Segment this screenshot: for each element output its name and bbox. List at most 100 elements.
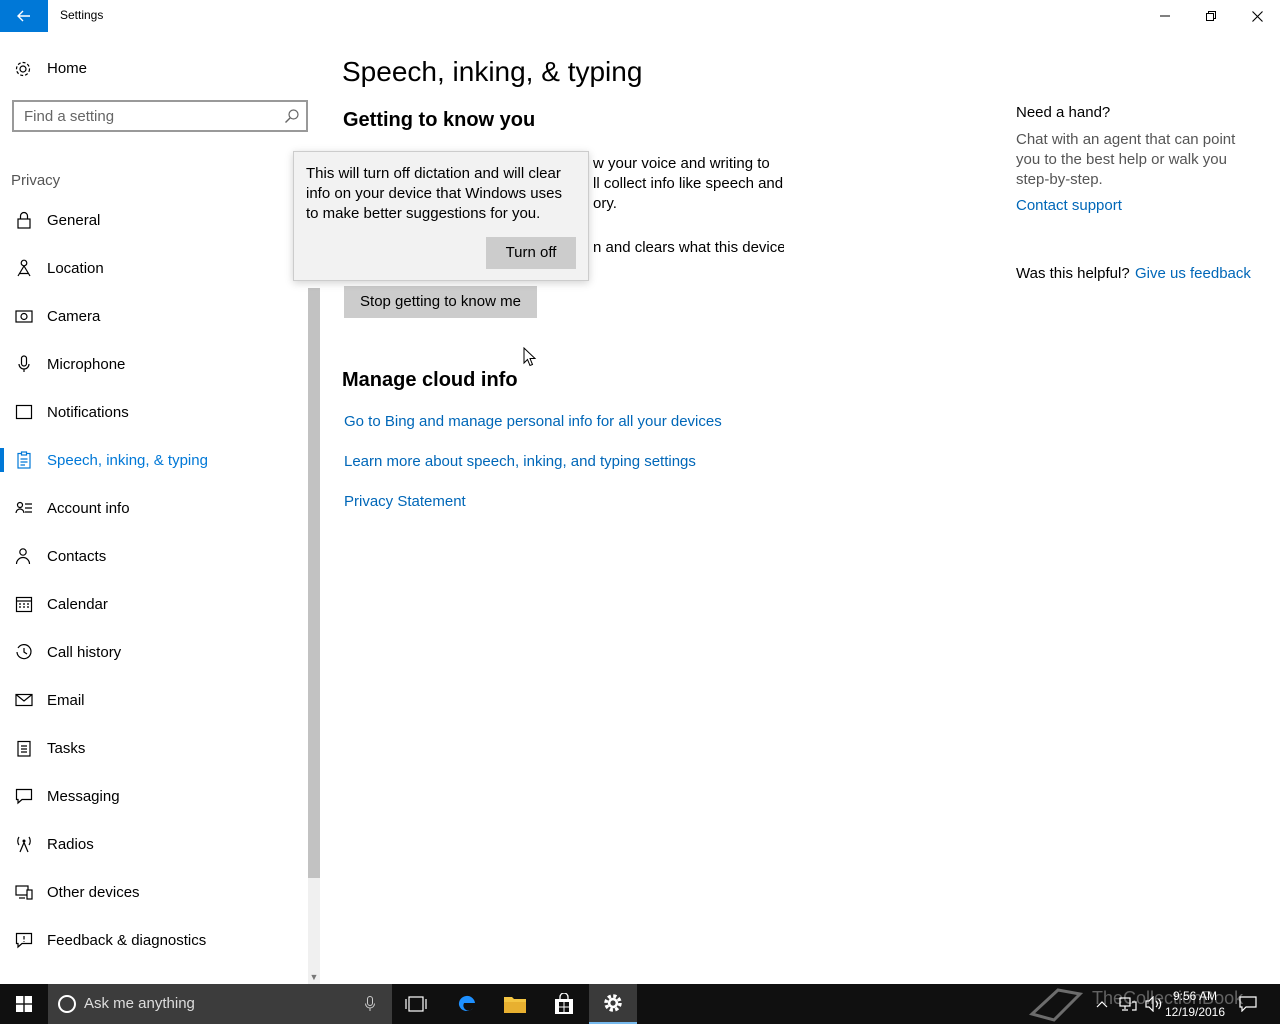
contact-card-icon — [15, 501, 32, 514]
microphone-icon — [18, 355, 30, 372]
mail-icon — [15, 693, 33, 707]
edge-icon — [458, 995, 475, 1012]
settings-taskbar-button[interactable] — [589, 984, 637, 1024]
restore-button[interactable] — [1188, 0, 1234, 32]
section-heading-manage-cloud-info: Manage cloud info — [342, 369, 518, 391]
book-logo-icon — [1028, 988, 1084, 1022]
settings-search[interactable] — [12, 100, 308, 132]
close-button[interactable] — [1234, 0, 1280, 32]
flyout-message: This will turn off dictation and will cl… — [306, 165, 562, 222]
sidebar-item-email[interactable]: Email — [0, 676, 310, 724]
cortana-icon — [58, 995, 76, 1013]
tasks-icon — [17, 740, 31, 757]
title-bar: Settings — [0, 0, 1280, 32]
turn-off-button[interactable]: Turn off — [486, 237, 576, 269]
action-center-button[interactable] — [1236, 984, 1260, 1024]
sidebar-item-radios[interactable]: Radios — [0, 820, 310, 868]
sidebar-item-tasks[interactable]: Tasks — [0, 724, 310, 772]
history-icon — [16, 644, 32, 660]
sidebar-item-microphone[interactable]: Microphone — [0, 340, 310, 388]
sidebar-item-label: Feedback & diagnostics — [47, 932, 207, 949]
was-this-helpful-label: Was this helpful? — [1016, 265, 1130, 282]
sidebar-item-label: Other devices — [47, 884, 140, 901]
sidebar-item-label: Contacts — [47, 548, 107, 565]
file-explorer-button[interactable] — [491, 984, 539, 1024]
help-text: Chat with an agent that can point you to… — [1016, 131, 1236, 188]
stop-getting-to-know-me-button[interactable]: Stop getting to know me — [344, 286, 537, 318]
sidebar-item-label: Notifications — [47, 404, 129, 421]
home-nav-item[interactable]: Home — [0, 52, 310, 84]
cortana-search-box[interactable]: Ask me anything — [48, 984, 392, 1024]
sidebar-item-label: Tasks — [47, 740, 86, 757]
lock-icon — [17, 211, 31, 229]
sidebar-item-other-devices[interactable]: Other devices — [0, 868, 310, 916]
folder-icon — [504, 997, 526, 1013]
privacy-statement-link[interactable]: Privacy Statement — [344, 493, 466, 510]
radio-tower-icon — [17, 836, 31, 853]
devices-icon — [15, 885, 33, 900]
store-button[interactable] — [540, 984, 588, 1024]
message-icon — [15, 404, 33, 420]
sidebar-item-account-info[interactable]: Account info — [0, 484, 310, 532]
back-button[interactable] — [0, 0, 48, 32]
scroll-down-arrow-icon[interactable]: ▼ — [308, 970, 320, 984]
sidebar-item-label: Call history — [47, 644, 122, 661]
sidebar-item-camera[interactable]: Camera — [0, 292, 310, 340]
microphone-icon[interactable] — [364, 996, 376, 1012]
sidebar-item-general[interactable]: General — [0, 196, 310, 244]
sidebar-item-call-history[interactable]: Call history — [0, 628, 310, 676]
search-icon[interactable] — [284, 108, 300, 124]
sidebar-scrollbar-thumb[interactable] — [308, 288, 320, 878]
calendar-icon — [15, 596, 33, 613]
section-heading-getting-to-know-you: Getting to know you — [343, 109, 536, 131]
sidebar-item-label: Calendar — [47, 596, 108, 613]
gear-icon — [15, 61, 31, 77]
minimize-icon — [1160, 15, 1170, 17]
feedback-icon — [15, 932, 33, 949]
sidebar-item-contacts[interactable]: Contacts — [0, 532, 310, 580]
privacy-nav: General Location Camera Microphone Notif… — [0, 196, 310, 964]
sidebar-item-label: Location — [47, 260, 104, 277]
sidebar-item-label: Speech, inking, & typing — [47, 452, 208, 469]
page-title: Speech, inking, & typing — [342, 56, 643, 87]
taskbar-clock[interactable]: 9:56 AM 12/19/2016 — [1160, 988, 1230, 1020]
people-icon — [15, 548, 31, 565]
task-view-button[interactable] — [392, 984, 440, 1024]
start-button[interactable] — [0, 984, 48, 1024]
clock-date: 12/19/2016 — [1164, 1005, 1226, 1019]
sidebar-item-messaging[interactable]: Messaging — [0, 772, 310, 820]
chevron-up-icon — [1096, 1001, 1108, 1008]
contact-support-link[interactable]: Contact support — [1016, 197, 1122, 214]
task-view-icon — [405, 996, 427, 1012]
sidebar-item-label: Radios — [47, 836, 94, 853]
chat-icon — [15, 788, 33, 805]
sidebar-item-feedback-diagnostics[interactable]: Feedback & diagnostics — [0, 916, 310, 964]
mouse-cursor-icon — [523, 347, 537, 367]
windows-logo-icon — [16, 996, 32, 1012]
learn-more-link[interactable]: Learn more about speech, inking, and typ… — [344, 453, 696, 470]
cortana-search-placeholder: Ask me anything — [84, 995, 195, 1012]
turn-off-confirmation-flyout: This will turn off dictation and will cl… — [293, 151, 589, 281]
window-title: Settings — [60, 8, 104, 22]
show-hidden-icons-button[interactable] — [1092, 984, 1112, 1024]
minimize-button[interactable] — [1142, 0, 1188, 32]
sidebar-item-calendar[interactable]: Calendar — [0, 580, 310, 628]
clipboard-icon — [17, 451, 31, 469]
network-tray-button[interactable] — [1116, 984, 1140, 1024]
close-icon — [1251, 10, 1263, 22]
bing-manage-info-link[interactable]: Go to Bing and manage personal info for … — [344, 413, 722, 430]
sidebar-item-notifications[interactable]: Notifications — [0, 388, 310, 436]
sidebar-item-label: Email — [47, 692, 85, 709]
give-feedback-link[interactable]: Give us feedback — [1135, 265, 1251, 282]
sidebar-item-label: Microphone — [47, 356, 126, 373]
sidebar-item-location[interactable]: Location — [0, 244, 310, 292]
edge-browser-button[interactable] — [443, 984, 491, 1024]
search-input[interactable] — [14, 102, 282, 130]
sidebar-item-label: Account info — [47, 500, 130, 517]
help-title: Need a hand? — [1016, 104, 1111, 121]
sidebar-item-speech-inking-typing[interactable]: Speech, inking, & typing — [0, 436, 310, 484]
sidebar-item-label: Messaging — [47, 788, 120, 805]
back-arrow-icon — [17, 10, 30, 22]
home-label: Home — [47, 60, 88, 77]
location-person-icon — [17, 259, 31, 277]
